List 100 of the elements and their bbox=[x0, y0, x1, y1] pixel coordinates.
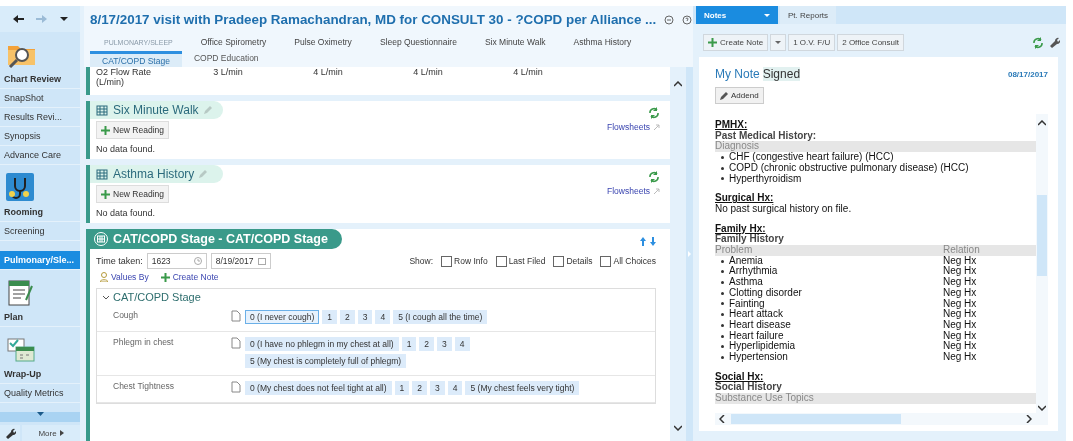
addend-button[interactable]: Addend bbox=[715, 87, 764, 104]
bullet-icon bbox=[721, 313, 724, 317]
answer-option[interactable]: 1 bbox=[322, 310, 337, 324]
answer-option[interactable]: 0 (I never cough) bbox=[245, 310, 320, 324]
tab[interactable]: Asthma History bbox=[559, 37, 646, 47]
tab[interactable]: CAT/COPD Stage bbox=[90, 51, 182, 67]
caret-down-icon bbox=[36, 412, 44, 416]
launcher-item[interactable]: Chart Review bbox=[0, 72, 80, 88]
note-title: My Note bbox=[715, 67, 760, 81]
answer-option[interactable]: 3 bbox=[437, 337, 452, 351]
scrollbar-thumb[interactable] bbox=[1037, 194, 1047, 277]
answer-option[interactable]: 2 bbox=[419, 337, 435, 351]
caret-down-icon bbox=[60, 16, 68, 22]
forward-arrow-icon bbox=[36, 14, 48, 24]
pencil-icon bbox=[203, 106, 212, 114]
pencil-icon bbox=[720, 91, 728, 100]
flowsheets-link[interactable]: Flowsheets bbox=[607, 186, 650, 196]
caret-down-icon bbox=[764, 13, 770, 17]
list-item: Arrhythmia bbox=[729, 266, 778, 278]
checkbox[interactable] bbox=[600, 255, 612, 267]
refresh-icon bbox=[648, 107, 660, 119]
tab[interactable]: Pt. Reports bbox=[780, 6, 836, 24]
tab[interactable]: Pulse Oximetry bbox=[280, 37, 366, 47]
caret-right-icon bbox=[59, 430, 64, 436]
values-by-link[interactable]: Values By bbox=[111, 272, 149, 282]
create-note-link[interactable]: Create Note bbox=[172, 272, 219, 282]
tab[interactable]: COPD Education bbox=[181, 51, 271, 67]
launcher-item[interactable]: Wrap-Up bbox=[0, 367, 80, 383]
note-heading: PMHX: bbox=[715, 120, 749, 131]
section-title: Asthma History bbox=[113, 167, 195, 181]
collapse-icon bbox=[664, 14, 675, 25]
create-note-button[interactable]: Create Note bbox=[703, 34, 769, 51]
scroll-left-icon bbox=[719, 415, 725, 423]
scroll-up-icon bbox=[1038, 120, 1046, 126]
refresh-icon bbox=[1032, 36, 1044, 49]
tab[interactable]: Notes bbox=[696, 6, 778, 24]
list-item: Hyperthyroidism bbox=[729, 173, 802, 185]
tab[interactable]: Sleep Questionnaire bbox=[365, 37, 471, 47]
list-item: Heart disease bbox=[729, 319, 791, 331]
flowsheets-link[interactable]: Flowsheets bbox=[607, 122, 650, 132]
note-date: 08/17/2017 bbox=[1007, 69, 1048, 79]
help-icon bbox=[682, 14, 693, 25]
answer-option[interactable]: 3 bbox=[430, 381, 445, 395]
note-subheading: Social History bbox=[715, 382, 782, 394]
window-title: 8/17/2017 visit with Pradeep Ramachandran, MD for CONSULT 30 - ?COPD per Alliance ... bbox=[90, 12, 657, 27]
table-cell: Neg Hx bbox=[943, 352, 977, 363]
note-subheading: Family History bbox=[715, 234, 785, 246]
scrollbar-thumb[interactable] bbox=[731, 414, 901, 424]
calendar-icon bbox=[6, 335, 36, 363]
answer-option[interactable]: 4 bbox=[454, 337, 470, 351]
new-reading-button[interactable]: New Reading bbox=[96, 185, 170, 203]
sidebar-item[interactable]: Pulmonary/Sle... bbox=[0, 251, 80, 270]
checkbox-label: All Choices bbox=[613, 256, 656, 266]
date-field[interactable]: 8/19/2017 bbox=[210, 253, 271, 269]
bullet-icon bbox=[721, 259, 724, 263]
bullet-icon bbox=[721, 291, 724, 295]
time-field[interactable]: 1623 bbox=[146, 253, 207, 269]
answer-option[interactable]: 0 (I have no phlegm in my chest at all) bbox=[245, 337, 399, 351]
table-header: Problem bbox=[715, 245, 754, 256]
answer-option[interactable]: 1 bbox=[401, 337, 417, 351]
note-subheading: Past Medical History: bbox=[715, 130, 818, 141]
answer-option[interactable]: 5 (My chest feels very tight) bbox=[465, 381, 580, 395]
answer-option[interactable]: 3 bbox=[357, 310, 373, 324]
tab[interactable]: Six Minute Walk bbox=[470, 37, 560, 47]
answer-option[interactable]: 1 bbox=[394, 381, 410, 395]
grid-icon bbox=[96, 104, 108, 116]
answer-option[interactable]: 4 bbox=[447, 381, 463, 395]
note-status: Signed bbox=[762, 67, 801, 81]
answer-option[interactable]: 2 bbox=[412, 381, 427, 395]
new-reading-button[interactable]: New Reading bbox=[96, 121, 170, 139]
group-header[interactable]: CAT/COPD Stage bbox=[97, 289, 655, 305]
list-item: Heart attack bbox=[729, 309, 783, 320]
grid-icon bbox=[96, 168, 108, 180]
pencil-icon bbox=[199, 170, 208, 178]
checkbox[interactable] bbox=[495, 255, 507, 267]
checkbox-label: Details bbox=[566, 256, 593, 266]
template-button[interactable]: 1 O.V. F/U bbox=[788, 34, 836, 51]
checkbox[interactable] bbox=[441, 255, 453, 267]
flow-value: 3 L/min bbox=[212, 67, 244, 79]
plus-icon bbox=[708, 38, 717, 47]
note-text: No past surgical history on file. bbox=[715, 203, 853, 215]
plus-icon bbox=[160, 272, 170, 282]
answer-option[interactable]: 0 (My chest does not feel tight at all) bbox=[245, 381, 392, 395]
answer-option[interactable]: 5 (I cough all the time) bbox=[393, 310, 488, 324]
template-button[interactable]: 2 Office Consult bbox=[837, 34, 904, 51]
answer-option[interactable]: 5 (My chest is completely full of phlegm) bbox=[245, 354, 407, 368]
checkbox[interactable] bbox=[553, 255, 565, 267]
tab[interactable]: Office Spirometry bbox=[186, 37, 281, 47]
flow-value: 4 L/min bbox=[412, 67, 444, 79]
more-button[interactable]: More bbox=[22, 425, 80, 441]
launcher-item[interactable]: Plan bbox=[0, 310, 80, 326]
flow-value: 4 L/min bbox=[312, 67, 344, 79]
plus-icon bbox=[101, 189, 110, 199]
checkbox-label: Row Info bbox=[454, 256, 488, 266]
list-item: Anemia bbox=[729, 255, 763, 266]
launcher-item[interactable]: Rooming bbox=[0, 205, 80, 221]
section-title: Six Minute Walk bbox=[113, 103, 199, 117]
refresh-icon bbox=[648, 171, 660, 183]
answer-option[interactable]: 2 bbox=[340, 310, 355, 324]
answer-option[interactable]: 4 bbox=[375, 310, 391, 324]
